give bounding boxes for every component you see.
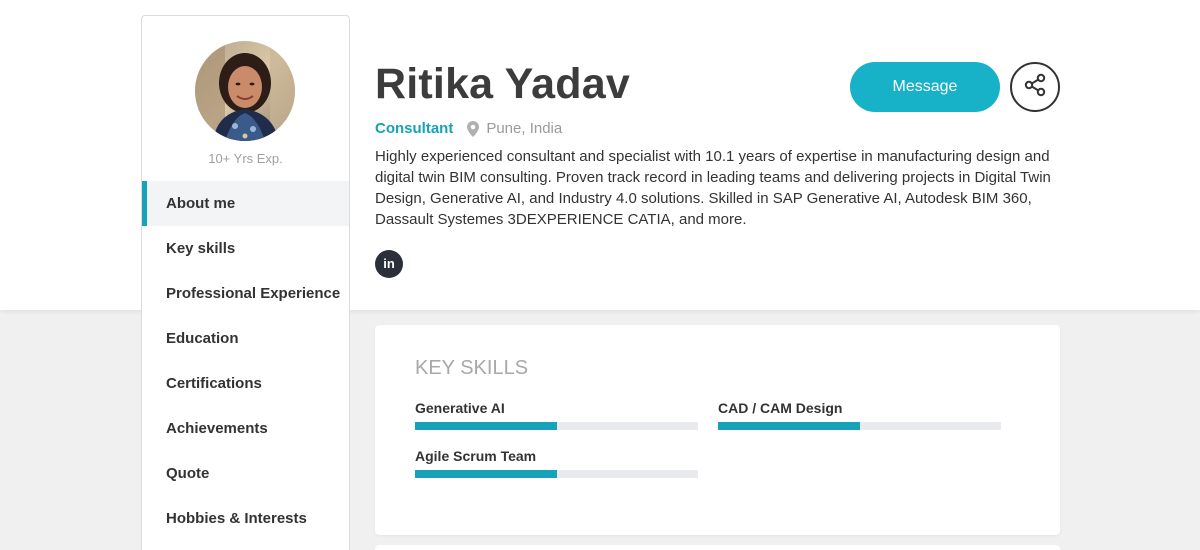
profile-meta: Consultant Pune, India bbox=[375, 120, 562, 137]
skill-progress-track bbox=[415, 470, 698, 478]
skill-item: CAD / CAM Design bbox=[718, 400, 1001, 430]
profile-role: Consultant bbox=[375, 120, 454, 137]
skill-item: Generative AI bbox=[415, 400, 698, 430]
profile-sidebar: 10+ Yrs Exp. About me Key skills Profess… bbox=[141, 15, 350, 550]
linkedin-icon[interactable]: in bbox=[375, 250, 403, 278]
next-section-card bbox=[375, 545, 1060, 550]
message-button[interactable]: Message bbox=[850, 62, 1000, 112]
sidebar-item-key-skills[interactable]: Key skills bbox=[142, 226, 349, 271]
sidebar-item-hobbies[interactable]: Hobbies & Interests bbox=[142, 496, 349, 541]
profile-location: Pune, India bbox=[486, 120, 563, 137]
sidebar-item-quote[interactable]: Quote bbox=[142, 451, 349, 496]
key-skills-card: KEY SKILLS Generative AI CAD / CAM Desig… bbox=[375, 325, 1060, 535]
share-icon bbox=[1023, 73, 1047, 102]
profile-name: Ritika Yadav bbox=[375, 60, 630, 108]
skill-progress-fill bbox=[415, 470, 557, 478]
profile-bio: Highly experienced consultant and specia… bbox=[375, 148, 1051, 228]
skill-progress-fill bbox=[415, 422, 557, 430]
share-button[interactable] bbox=[1010, 62, 1060, 112]
sidebar-item-achievements[interactable]: Achievements bbox=[142, 406, 349, 451]
sidebar-item-professional-experience[interactable]: Professional Experience bbox=[142, 271, 349, 316]
skill-item: Agile Scrum Team bbox=[415, 448, 698, 478]
skill-progress-fill bbox=[718, 422, 860, 430]
sidebar-nav: About me Key skills Professional Experie… bbox=[142, 181, 349, 541]
sidebar-item-certifications[interactable]: Certifications bbox=[142, 361, 349, 406]
skill-progress-track bbox=[718, 422, 1001, 430]
skill-label: Agile Scrum Team bbox=[415, 448, 537, 464]
sidebar-item-education[interactable]: Education bbox=[142, 316, 349, 361]
experience-label: 10+ Yrs Exp. bbox=[208, 151, 283, 166]
key-skills-title: KEY SKILLS bbox=[415, 357, 529, 379]
location-pin-icon bbox=[467, 120, 480, 137]
skill-label: Generative AI bbox=[415, 400, 505, 416]
skill-progress-track bbox=[415, 422, 698, 430]
sidebar-item-about-me[interactable]: About me bbox=[142, 181, 349, 226]
avatar bbox=[195, 41, 295, 141]
skill-label: CAD / CAM Design bbox=[718, 400, 843, 416]
